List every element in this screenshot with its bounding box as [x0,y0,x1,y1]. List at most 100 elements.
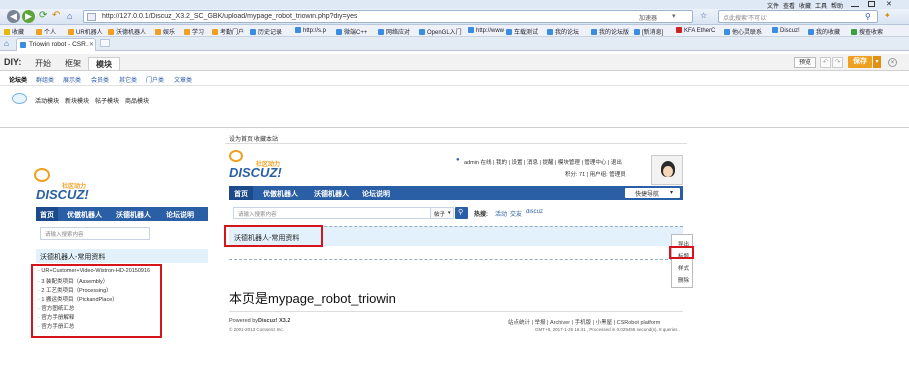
right-nav-triowin[interactable]: 沃德机器人 [314,189,349,199]
minimize-icon[interactable] [851,1,859,7]
tab-triowin[interactable]: Triowin robot - CSR… ✕ [16,38,96,51]
credit-info[interactable]: 积分: 71 | 用户组: 管理员 [565,170,626,178]
discuz-version[interactable]: Discuz! X3.2 [258,318,290,324]
hot-word[interactable]: 活动 [495,209,507,218]
block-edit-popup: 导出 标题 样式 删除 [671,234,693,288]
left-list-item[interactable]: · 官方手册解释 [38,313,74,321]
bookmark-item[interactable]: OpenGL入门 [419,27,462,36]
left-logo-main: DISCUZ! [36,187,89,202]
subtab-portal[interactable]: 门户类 [146,75,164,84]
hot-word[interactable]: 交友 [510,209,522,218]
bookmark-item[interactable]: 车载测试 [506,27,538,36]
hot-word[interactable]: discuz [526,209,543,215]
block-thread[interactable]: 帖子模块 [95,96,119,105]
left-list-item[interactable]: · 2 工艺类项目（Processing） [38,286,112,294]
address-bar[interactable]: http://127.0.0.1/Discuz_X3.2_SC_GBK/uplo… [83,10,693,23]
bookmark-item[interactable]: 我的论坛版 [591,27,629,36]
home-tab-icon[interactable]: ⌂ [4,39,9,48]
bookmark-item[interactable]: UR机器人 [68,27,103,36]
bookmark-item[interactable]: 个人 [36,27,56,36]
search-button[interactable]: ⚲ [455,207,468,219]
extension-icon[interactable]: ✦ [884,11,891,20]
left-list-item[interactable]: · 1 搬运类项目（PickandPlace） [38,295,118,303]
bookmark-item[interactable]: 搜查收索 [851,27,883,36]
quick-nav-button[interactable]: 快捷导航 ▾ [625,188,680,198]
save-dropdown-icon[interactable]: ▾ [873,56,881,68]
right-logo[interactable]: 社区动力 DISCUZ! [229,150,299,180]
subtab-member[interactable]: 会员类 [91,75,109,84]
subtab-other[interactable]: 其它类 [119,75,137,84]
left-list-item[interactable]: · 官方手册汇总 [38,322,74,330]
bookmark-item[interactable]: 微端C++ [336,27,367,36]
search-icon[interactable]: ⚲ [865,12,871,21]
popup-delete[interactable]: 删除 [678,276,689,284]
bookmark-item[interactable]: 娱乐 [155,27,175,36]
block-goods[interactable]: 商品模块 [125,96,149,105]
subtab-article[interactable]: 文章类 [174,75,192,84]
left-nav-home[interactable]: 首页 [40,210,54,220]
diy-tab-start[interactable]: 开始 [28,57,58,70]
bookmark-item[interactable]: 收藏 [4,27,24,36]
forward-icon[interactable]: ▶ [22,10,35,23]
user-links[interactable]: admin 在线 | 我的 | 设置 | 消息 | 提醒 | 模块管理 | 管理… [464,158,622,166]
main-search-input[interactable]: 请输入搜索内容 [233,207,431,219]
new-tab-button[interactable] [100,39,110,47]
bookmark-star-icon[interactable]: ☆ [700,11,707,20]
close-diy-icon[interactable]: × [888,58,897,67]
add-favorite-link[interactable]: 收藏本站 [254,134,278,143]
tab-close-icon[interactable]: ✕ [89,41,94,48]
block-new[interactable]: 新块模块 [65,96,89,105]
preview-button[interactable]: 预览 [794,57,817,68]
left-list-item[interactable]: · 3 装配类项目（Assembly） [38,277,108,285]
redo-icon[interactable]: ↷ [832,57,843,68]
dropdown-icon[interactable]: ▾ [672,12,676,20]
save-button[interactable]: 保存 [848,56,872,68]
left-list-item[interactable]: · 官方图纸汇总 [38,304,74,312]
set-homepage-link[interactable]: 设为首页 [229,134,253,143]
bookmark-item[interactable]: http://www [468,27,504,34]
home-icon[interactable]: ⌂ [67,11,72,21]
bookmark-item[interactable]: 历史记录 [250,27,282,36]
left-logo[interactable]: 社区动力 DISCUZ! [34,168,106,202]
close-window-icon[interactable]: ✕ [886,0,892,8]
maximize-icon[interactable] [868,1,875,7]
bookmark-item[interactable]: 他心灵联系 [724,27,762,36]
diy-tab-module[interactable]: 模块 [88,57,120,70]
bookmark-item[interactable]: http://s.p [295,27,326,34]
browser-search-box[interactable]: 点此搜索'不可以' ⚲ [718,10,878,23]
undo-icon[interactable]: ↶ [820,57,831,68]
bookmark-item[interactable]: [新消息] [634,27,663,36]
footer-links[interactable]: 站点统计 | 举报 | Archiver | 手机版 | 小黑屋 | CSRob… [508,318,660,326]
bookmark-item[interactable]: 网络应对 [378,27,410,36]
diy-tab-frame[interactable]: 框架 [58,57,88,70]
left-list-item[interactable]: · UR+Customer+Video-Wistron-HD-20150916 [38,268,150,274]
diy-frame-area[interactable] [229,246,683,260]
left-search-input[interactable]: 请输入搜索内容 [40,227,150,240]
bookmark-item[interactable]: 沃德机器人 [108,27,146,36]
bookmark-item[interactable]: Discuz! [772,27,800,34]
popup-style[interactable]: 样式 [678,264,689,272]
bookmark-item[interactable]: KFA EtherC [676,27,715,34]
bookmark-item[interactable]: 学习 [184,27,204,36]
search-category-select[interactable]: 帖子 ▾ [430,207,454,219]
bookmark-item[interactable]: 我的收藏 [808,27,840,36]
subtab-forum[interactable]: 论坛类 [9,75,27,84]
refresh-icon[interactable]: ⟳ [39,10,47,21]
left-nav-about[interactable]: 论坛说明 [166,210,194,220]
right-nav-home[interactable]: 首页 [234,189,248,199]
right-nav-ur[interactable]: 优傲机器人 [263,189,298,199]
bookmark-item[interactable]: 考勤门户 [212,27,244,36]
left-nav-ur[interactable]: 优傲机器人 [67,210,102,220]
subtab-group[interactable]: 群组类 [36,75,54,84]
undo-icon[interactable]: ↶ [52,10,60,21]
accelerate-label[interactable]: 加速器 [639,13,657,22]
block-activity[interactable]: 活动模块 [35,96,59,105]
search-category-value: 帖子 [434,212,446,218]
right-nav-about[interactable]: 论坛说明 [362,189,390,199]
left-nav-triowin[interactable]: 沃德机器人 [116,210,151,220]
left-navbar: 首页 优傲机器人 沃德机器人 论坛说明 [36,207,208,221]
subtab-display[interactable]: 展示类 [63,75,81,84]
avatar[interactable] [651,155,683,185]
back-icon[interactable]: ◀ [7,10,20,23]
bookmark-item[interactable]: 我的论坛 [547,27,579,36]
